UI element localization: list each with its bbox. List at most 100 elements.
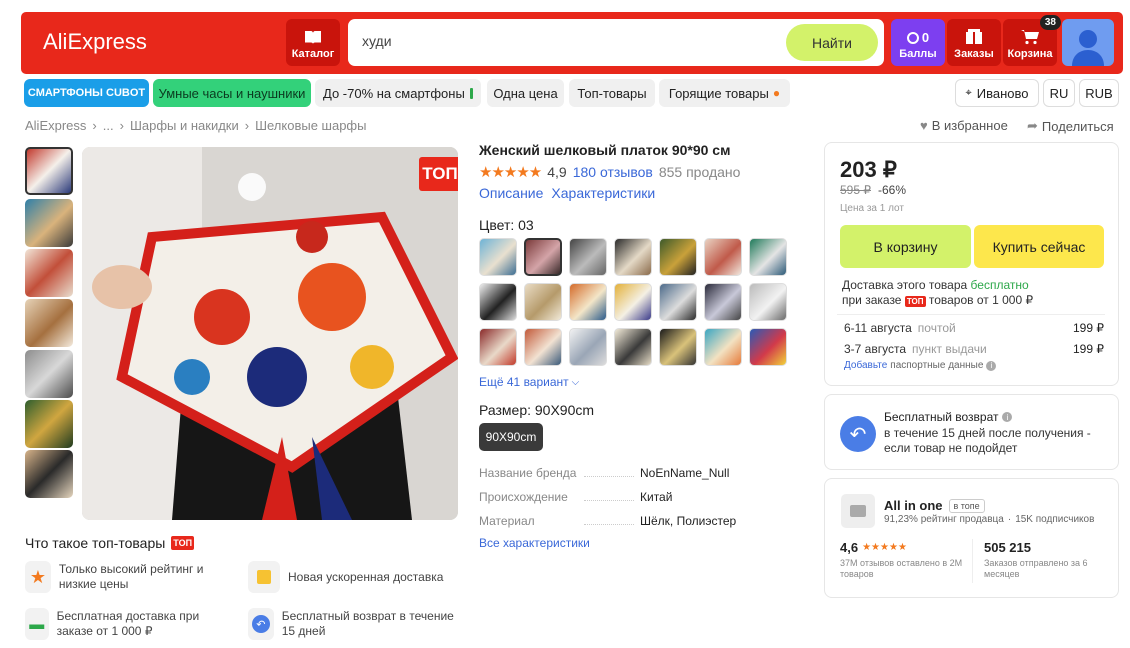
chip-label: Горящие товары (668, 85, 769, 101)
favorite-button[interactable]: ♥ В избранное (920, 118, 1008, 133)
thumbnail[interactable] (25, 299, 73, 347)
thumbnail[interactable] (25, 450, 73, 498)
seller-orders: 505 215 (984, 540, 1031, 555)
chip-hot-goods[interactable]: Горящие товары ● (659, 79, 790, 107)
user-icon (1072, 30, 1104, 66)
size-option-selected[interactable]: 90X90cm (479, 423, 543, 451)
rating-row: ★★★★★ 4,9 180 отзывов 855 продано (479, 163, 740, 181)
share-label: Поделиться (1041, 118, 1114, 134)
thumbnail[interactable] (25, 350, 73, 398)
seller-name[interactable]: All in one (884, 498, 943, 513)
search-button[interactable]: Найти (786, 24, 878, 61)
delivery-method: пункт выдачи (912, 342, 987, 356)
top-info-text: Новая ускоренная доставка (288, 570, 444, 584)
color-swatch[interactable] (614, 283, 652, 321)
spec-value: Шёлк, Полиэстер (640, 514, 737, 528)
buy-now-button[interactable]: Купить сейчас (974, 225, 1104, 268)
aliexpress-logo[interactable]: AliExpress (43, 29, 147, 55)
top-info-title: Что такое топ-товары (25, 535, 166, 551)
color-swatch[interactable] (569, 283, 607, 321)
store-icon (841, 494, 875, 528)
spec-name: Материал (479, 514, 535, 528)
color-swatch[interactable] (659, 328, 697, 366)
breadcrumb-item[interactable]: Шелковые шарфы (255, 118, 366, 133)
chip-one-price[interactable]: Одна цена (487, 79, 564, 107)
avatar[interactable] (1062, 19, 1114, 66)
catalog-label: Каталог (291, 48, 335, 60)
spec-divider (584, 500, 634, 501)
thumbnail[interactable] (25, 199, 73, 247)
color-label: Цвет: 03 (479, 217, 534, 233)
color-swatch[interactable] (659, 283, 697, 321)
delivery-date: 3-7 августа (844, 342, 907, 356)
color-swatches (479, 238, 791, 370)
color-swatch-selected[interactable] (524, 238, 562, 276)
seller-score-row: 4,6 ★★★★★ (840, 540, 907, 555)
per-lot-label: Цена за 1 лот (840, 203, 904, 214)
chip-smartphones-sale[interactable]: До -70% на смартфоны (315, 79, 481, 107)
tab-specs[interactable]: Характеристики (551, 185, 655, 201)
color-swatch[interactable] (749, 238, 787, 276)
color-swatch[interactable] (704, 238, 742, 276)
breadcrumb-item[interactable]: ... (103, 118, 114, 133)
location-selector[interactable]: ⌖ Иваново (955, 79, 1039, 107)
delivery-option[interactable]: 3-7 августа пункт выдачи 199 ₽ (844, 342, 1104, 356)
spec-row: Название бренда NoEnName_Null (479, 466, 779, 490)
share-button[interactable]: ➦ Поделиться (1027, 118, 1114, 134)
top-info-item: ↶ Бесплатный возврат в течение 15 дней (248, 608, 458, 640)
cart-button[interactable]: Корзина 38 (1003, 15, 1061, 66)
color-swatch[interactable] (479, 238, 517, 276)
delivery-price: 199 ₽ (1073, 342, 1104, 356)
chip-cubot[interactable]: СМАРТФОНЫ CUBOT (24, 79, 149, 107)
old-price-row: 595 ₽ -66% (840, 183, 906, 197)
chip-smartwatch[interactable]: Умные часы и наушники (153, 79, 311, 107)
thumbnail[interactable] (25, 249, 73, 297)
color-swatch[interactable] (569, 328, 607, 366)
more-variants-link[interactable]: Ещё 41 вариант ⌵ (479, 375, 579, 389)
tab-description[interactable]: Описание (479, 185, 543, 201)
all-specs-link[interactable]: Все характеристики (479, 536, 590, 550)
color-swatch[interactable] (704, 283, 742, 321)
color-swatch[interactable] (479, 283, 517, 321)
reviews-link[interactable]: 180 отзывов (573, 164, 653, 180)
delivery-option[interactable]: 6-11 августа почтой 199 ₽ (844, 321, 1104, 335)
top-info-item: ★ Только высокий рейтинг и низкие цены (25, 561, 235, 593)
color-swatch[interactable] (524, 283, 562, 321)
language-selector[interactable]: RU (1043, 79, 1075, 107)
color-swatch[interactable] (524, 328, 562, 366)
info-icon[interactable]: i (986, 360, 997, 371)
seller-orders-sub: Заказов отправлено за 6 месяцев (984, 558, 1088, 579)
thumbnail[interactable] (25, 400, 73, 448)
breadcrumb-item[interactable]: AliExpress (25, 118, 86, 133)
spec-divider (584, 476, 634, 477)
orders-button[interactable]: Заказы (947, 19, 1001, 66)
chip-top-goods[interactable]: Топ-товары (569, 79, 655, 107)
add-to-cart-button[interactable]: В корзину (840, 225, 971, 268)
search-input[interactable] (362, 33, 762, 49)
delivery-text: товаров от 1 000 ₽ (928, 293, 1034, 307)
seller-card[interactable]: All in one в топе 91,23% рейтинг продавц… (824, 478, 1119, 598)
breadcrumb: AliExpress › ... › Шарфы и накидки › Шел… (25, 118, 366, 133)
more-variants-label: Ещё 41 вариант (479, 375, 569, 389)
passport-link[interactable]: Добавьте (844, 360, 887, 371)
book-icon (305, 31, 321, 44)
top-info-text: Бесплатная доставка при заказе от 1 000 … (56, 609, 200, 638)
thumbnail[interactable] (25, 147, 73, 195)
color-swatch[interactable] (569, 238, 607, 276)
product-title: Женский шелковый платок 90*90 см (479, 142, 731, 158)
color-swatch[interactable] (479, 328, 517, 366)
points-button[interactable]: 0 Баллы (891, 19, 945, 66)
color-swatch[interactable] (614, 328, 652, 366)
old-price: 595 ₽ (840, 183, 871, 197)
catalog-button[interactable]: Каталог (286, 19, 340, 66)
currency-selector[interactable]: RUB (1079, 79, 1119, 107)
color-swatch[interactable] (659, 238, 697, 276)
color-swatch[interactable] (614, 238, 652, 276)
product-main-image[interactable]: ТОП (82, 147, 458, 520)
return-title-row: Бесплатный возврат i (884, 410, 1013, 424)
color-swatch[interactable] (704, 328, 742, 366)
breadcrumb-item[interactable]: Шарфы и накидки (130, 118, 239, 133)
info-icon[interactable]: i (1002, 412, 1013, 422)
color-swatch[interactable] (749, 283, 787, 321)
color-swatch[interactable] (749, 328, 787, 366)
